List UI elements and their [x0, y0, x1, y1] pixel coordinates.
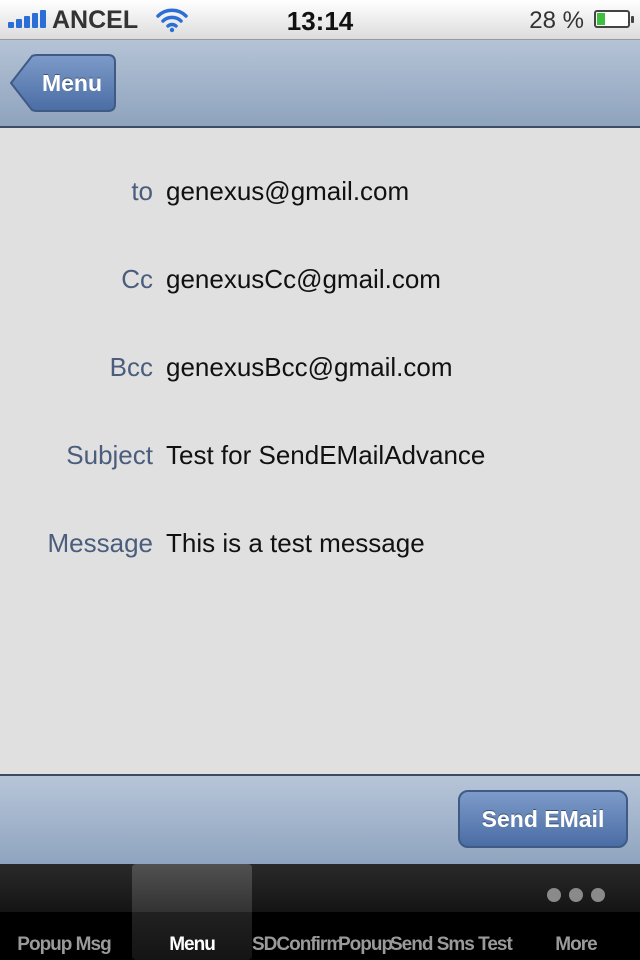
- email-form: to genexus@gmail.com Cc genexusCc@gmail.…: [0, 128, 640, 774]
- tab-label: More: [555, 934, 597, 955]
- back-button-label: Menu: [41, 70, 103, 96]
- to-row: to genexus@gmail.com: [0, 176, 640, 216]
- back-button[interactable]: Menu: [10, 54, 116, 112]
- message-field[interactable]: This is a test message: [166, 528, 425, 559]
- to-field[interactable]: genexus@gmail.com: [166, 176, 409, 207]
- message-row: Message This is a test message: [0, 528, 640, 568]
- status-bar: ANCEL 13:14 28 %: [0, 0, 640, 40]
- bcc-row: Bcc genexusBcc@gmail.com: [0, 352, 640, 392]
- tab-popup[interactable]: Popup: [338, 864, 393, 960]
- tab-label: Popup Msg: [17, 934, 111, 955]
- tab-label: Send Sms Test: [390, 934, 513, 955]
- tab-popup-msg[interactable]: Popup Msg: [0, 864, 128, 960]
- more-dots-icon: [512, 888, 640, 907]
- navigation-bar: Menu: [0, 40, 640, 128]
- tab-sdconfirm[interactable]: SDConfirm: [252, 864, 343, 960]
- to-label: to: [131, 176, 153, 206]
- subject-label: Subject: [66, 440, 153, 470]
- cc-row: Cc genexusCc@gmail.com: [0, 264, 640, 304]
- battery-icon: [594, 10, 634, 28]
- subject-field[interactable]: Test for SendEMailAdvance: [166, 440, 485, 471]
- bcc-label: Bcc: [109, 352, 153, 382]
- battery-percent: 28 %: [529, 7, 584, 34]
- tab-more[interactable]: More: [512, 864, 640, 960]
- cc-field[interactable]: genexusCc@gmail.com: [166, 264, 441, 295]
- tab-send-sms-test[interactable]: Send Sms Test: [390, 864, 513, 960]
- bottom-toolbar: Send EMail: [0, 774, 640, 864]
- send-email-button[interactable]: Send EMail: [458, 790, 628, 848]
- cc-label: Cc: [121, 264, 153, 294]
- tab-bar: Popup Msg Menu SDConfirm Popup Send Sms …: [0, 864, 640, 960]
- tab-label: SDConfirm: [252, 934, 343, 955]
- message-label: Message: [47, 528, 154, 558]
- tab-menu[interactable]: Menu: [132, 864, 252, 960]
- subject-row: Subject Test for SendEMailAdvance: [0, 440, 640, 480]
- tab-label: Popup: [338, 934, 393, 955]
- tab-label: Menu: [169, 934, 216, 955]
- bcc-field[interactable]: genexusBcc@gmail.com: [166, 352, 453, 383]
